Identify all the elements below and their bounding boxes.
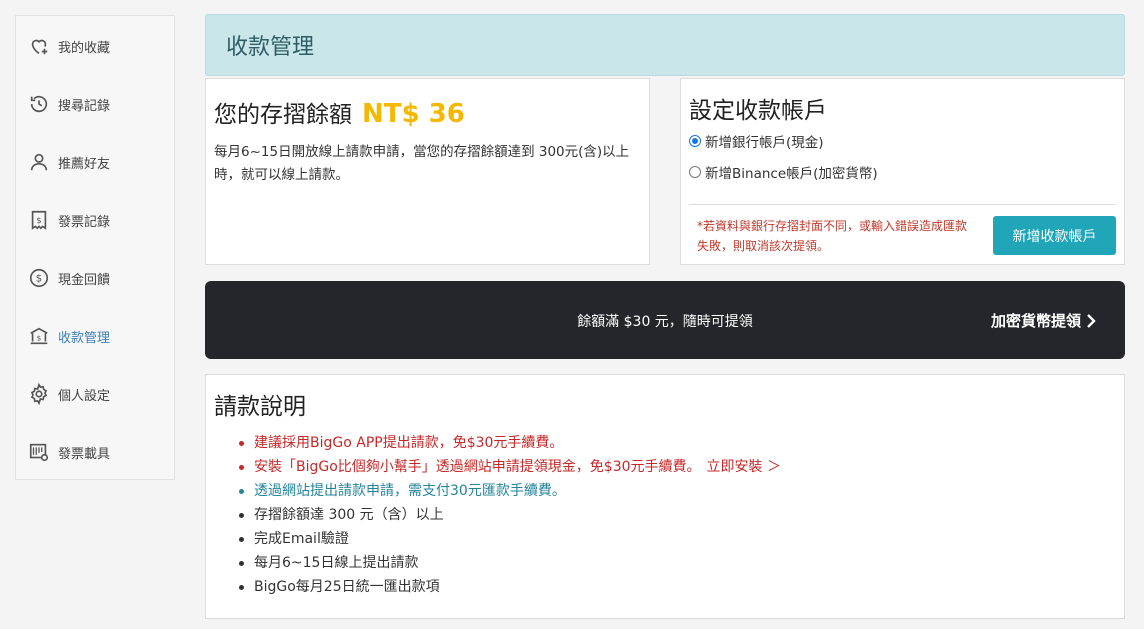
sidebar-item-label: 我的收藏 — [58, 40, 111, 56]
crypto-withdraw-link[interactable]: 加密貨幣提領 — [991, 310, 1097, 331]
sidebar-item-invoice-records[interactable]: $ 發票記錄 — [16, 191, 174, 249]
balance-amount: NT$ 36 — [362, 99, 465, 129]
sidebar-item-settings[interactable]: 個人設定 — [16, 365, 174, 423]
sidebar-item-label: 收款管理 — [58, 330, 111, 346]
balance-label: 您的存摺餘額 — [214, 102, 352, 128]
barcode-gear-icon — [28, 441, 50, 463]
sidebar-item-label: 推薦好友 — [58, 156, 111, 172]
list-item-text: 完成Email驗證 — [254, 531, 349, 547]
radio-button[interactable] — [689, 166, 701, 178]
bank-icon: $ — [28, 325, 50, 347]
list-item-text: 安裝「BigGo比個夠小幫手」透過網站申請提領現金，免$30元手續費。 — [254, 459, 701, 475]
sidebar-item-cashback[interactable]: $ 現金回饋 — [16, 249, 174, 307]
receipt-icon: $ — [28, 209, 50, 231]
page-title: 收款管理 — [226, 35, 315, 60]
balance-heading: 您的存摺餘額 NT$ 36 — [214, 95, 641, 129]
sidebar-item-label: 現金回饋 — [58, 272, 111, 288]
history-icon — [28, 93, 50, 115]
gear-icon — [28, 383, 50, 405]
sidebar-item-label: 發票載具 — [58, 446, 111, 462]
account-warning: *若資料與銀行存摺封面不同，或輸入錯誤造成匯款失敗，則取消該次提領。 — [697, 219, 968, 253]
list-item: 完成Email驗證 — [214, 527, 1116, 551]
sidebar-item-label: 個人設定 — [58, 388, 111, 404]
list-item: 每月6~15日線上提出請款 — [214, 551, 1116, 575]
sidebar-item-label: 發票記錄 — [58, 214, 111, 230]
chevron-right-icon — [1087, 313, 1096, 328]
balance-card: 您的存摺餘額 NT$ 36 每月6~15日開放線上請款申請，當您的存摺餘額達到 … — [205, 78, 650, 265]
list-item-text: 建議採用BigGo APP提出請款，免$30元手續費。 — [254, 435, 564, 451]
heart-plus-icon — [28, 35, 50, 57]
dollar-coin-icon: $ — [28, 267, 50, 289]
sidebar-item-label: 搜尋記錄 — [58, 98, 111, 114]
radio-binance-account[interactable]: 新增Binance帳戶(加密貨幣) — [689, 160, 1116, 184]
instructions-title: 請款說明 — [214, 394, 306, 420]
list-item: 安裝「BigGo比個夠小幫手」透過網站申請提領現金，免$30元手續費。 立即安裝 … — [214, 455, 1116, 479]
balance-description: 每月6~15日開放線上請款申請，當您的存摺餘額達到 300元(含)以上時，就可以… — [214, 144, 630, 183]
list-item: 存摺餘額達 300 元（含）以上 — [214, 503, 1116, 527]
sidebar-item-search-history[interactable]: 搜尋記錄 — [16, 75, 174, 133]
sidebar-item-refer-friends[interactable]: 推薦好友 — [16, 133, 174, 191]
user-icon — [28, 151, 50, 173]
sidebar: 我的收藏 搜尋記錄 推薦好友 $ 發票記錄 $ 現金回饋 $ 收款管理 個人設定 — [15, 15, 175, 480]
page-header: 收款管理 — [205, 14, 1125, 76]
banner-text: 餘額滿 $30 元，隨時可提領 — [577, 314, 753, 330]
divider — [689, 204, 1116, 205]
list-item-text: 透過網站提出請款申請，需支付30元匯款手續費。 — [254, 483, 566, 499]
sidebar-item-favorites[interactable]: 我的收藏 — [16, 17, 174, 75]
install-now-link[interactable]: 立即安裝 ＞ — [707, 459, 781, 475]
account-card: 設定收款帳戶 新增銀行帳戶(現金) 新增Binance帳戶(加密貨幣) *若資料… — [680, 78, 1125, 265]
radio-label: 新增銀行帳戶(現金) — [705, 135, 824, 151]
list-item-text: 存摺餘額達 300 元（含）以上 — [254, 507, 444, 523]
crypto-withdraw-label: 加密貨幣提領 — [990, 312, 1081, 330]
list-item: 建議採用BigGo APP提出請款，免$30元手續費。 — [214, 431, 1116, 455]
svg-text:$: $ — [36, 215, 41, 225]
list-item-text: 每月6~15日線上提出請款 — [254, 555, 419, 571]
instructions-card: 請款說明 建議採用BigGo APP提出請款，免$30元手續費。 安裝「BigG… — [205, 374, 1125, 619]
list-item: BigGo每月25日統一匯出款項 — [214, 575, 1116, 599]
svg-text:$: $ — [36, 274, 42, 285]
instructions-list: 建議採用BigGo APP提出請款，免$30元手續費。 安裝「BigGo比個夠小… — [214, 431, 1116, 599]
list-item-text: BigGo每月25日統一匯出款項 — [254, 579, 440, 595]
sidebar-item-payment-management[interactable]: $ 收款管理 — [16, 307, 174, 365]
account-title: 設定收款帳戶 — [689, 98, 827, 124]
radio-bank-account[interactable]: 新增銀行帳戶(現金) — [689, 129, 1116, 153]
svg-text:$: $ — [37, 334, 42, 343]
radio-label: 新增Binance帳戶(加密貨幣) — [705, 166, 878, 182]
radio-button[interactable] — [689, 135, 701, 147]
list-item: 透過網站提出請款申請，需支付30元匯款手續費。 — [214, 479, 1116, 503]
add-payment-account-button[interactable]: 新增收款帳戶 — [993, 216, 1116, 255]
withdraw-banner: 餘額滿 $30 元，隨時可提領 加密貨幣提領 — [205, 281, 1125, 359]
sidebar-item-invoice-carrier[interactable]: 發票載具 — [16, 423, 174, 481]
